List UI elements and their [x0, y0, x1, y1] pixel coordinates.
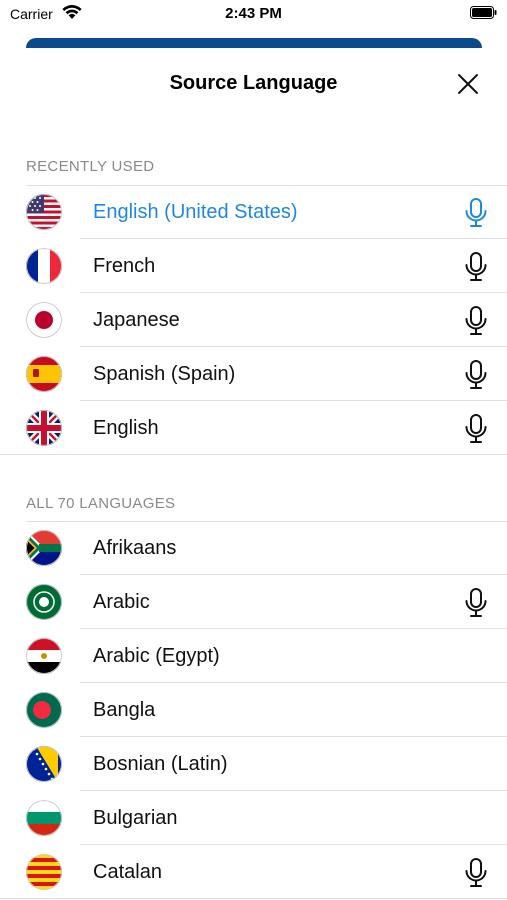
language-name: Bosnian (Latin)	[93, 753, 228, 775]
microphone-icon[interactable]	[462, 587, 490, 619]
language-name: Bangla	[93, 699, 156, 721]
language-name: Bulgarian	[93, 807, 178, 829]
language-row-french[interactable]: French	[0, 239, 507, 293]
arab-league-flag-icon	[26, 584, 62, 620]
language-row-japanese[interactable]: Japanese	[0, 293, 507, 347]
language-name: Catalan	[93, 861, 162, 883]
language-row-bulgarian[interactable]: Bulgarian	[0, 791, 507, 845]
egypt-flag-icon	[26, 638, 62, 674]
microphone-icon[interactable]	[462, 197, 490, 229]
spain-flag-icon	[26, 356, 62, 392]
bosnia-flag-icon	[26, 746, 62, 782]
language-name: Japanese	[93, 309, 180, 331]
section-header-recently-used: RECENTLY USED	[26, 158, 155, 175]
language-name: Arabic (Egypt)	[93, 645, 220, 667]
section-header-all-languages: ALL 70 LANGUAGES	[26, 495, 176, 512]
microphone-icon[interactable]	[462, 359, 490, 391]
language-name: Arabic	[93, 591, 150, 613]
japan-flag-icon	[26, 302, 62, 338]
row-divider	[0, 898, 507, 899]
language-row-english-united-states[interactable]: English (United States)	[0, 185, 507, 239]
language-row-english[interactable]: English	[0, 401, 507, 455]
language-row-afrikaans[interactable]: Afrikaans	[0, 521, 507, 575]
recently-used-list: English (United States) French Japanese …	[0, 185, 507, 455]
language-row-bosnian-latin[interactable]: Bosnian (Latin)	[0, 737, 507, 791]
microphone-icon[interactable]	[462, 305, 490, 337]
language-row-arabic-egypt[interactable]: Arabic (Egypt)	[0, 629, 507, 683]
status-time: 2:43 PM	[225, 5, 282, 22]
language-picker-sheet: Source Language RECENTLY USED English (U…	[0, 48, 507, 900]
microphone-icon[interactable]	[462, 413, 490, 445]
catalonia-flag-icon	[26, 854, 62, 890]
language-row-bangla[interactable]: Bangla	[0, 683, 507, 737]
uk-flag-icon	[26, 410, 62, 446]
france-flag-icon	[26, 248, 62, 284]
microphone-icon[interactable]	[462, 251, 490, 283]
language-row-arabic[interactable]: Arabic	[0, 575, 507, 629]
language-name: English	[93, 417, 159, 439]
bulgaria-flag-icon	[26, 800, 62, 836]
bangladesh-flag-icon	[26, 692, 62, 728]
language-name: Spanish (Spain)	[93, 363, 236, 385]
all-languages-list: Afrikaans Arabic Arabic (Egypt) Bangla Bos…	[0, 521, 507, 899]
close-icon[interactable]	[452, 68, 484, 100]
south-africa-flag-icon	[26, 530, 62, 566]
language-name: French	[93, 255, 156, 277]
language-row-catalan[interactable]: Catalan	[0, 845, 507, 899]
row-divider	[0, 454, 507, 455]
us-flag-icon	[26, 194, 62, 230]
language-name: Afrikaans	[93, 537, 177, 559]
sheet-title: Source Language	[169, 72, 338, 94]
language-name: English (United States)	[93, 201, 298, 223]
battery-icon	[470, 6, 497, 19]
status-bar: Carrier 2:43 PM	[0, 0, 507, 30]
language-row-spanish-spain[interactable]: Spanish (Spain)	[0, 347, 507, 401]
microphone-icon[interactable]	[462, 857, 490, 889]
